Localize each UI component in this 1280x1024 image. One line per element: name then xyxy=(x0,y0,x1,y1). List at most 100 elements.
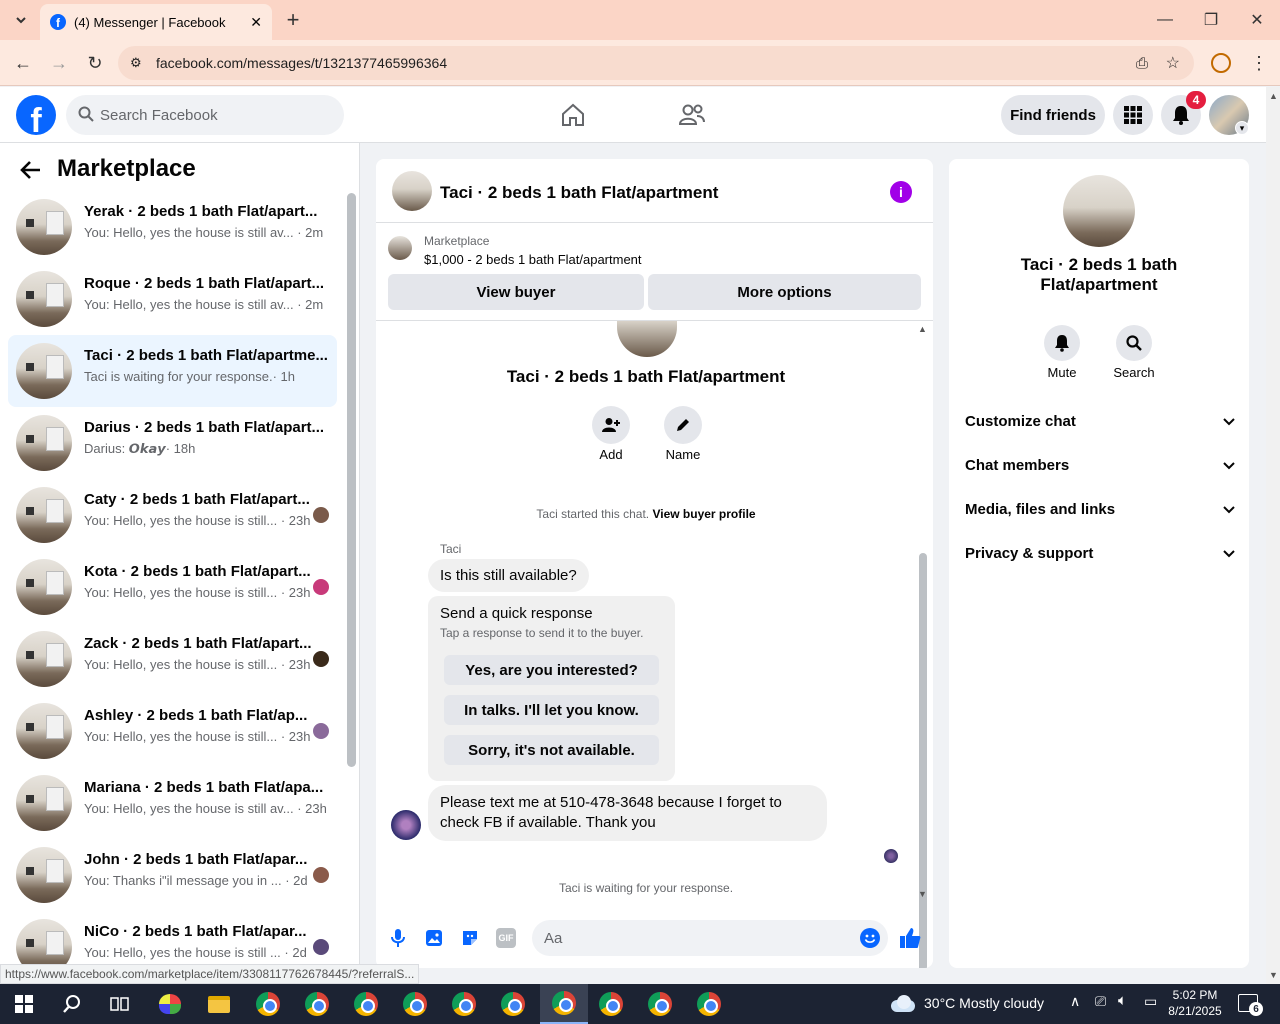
conversation-item[interactable]: Ashley · 2 beds 1 bath Flat/ap... You: H… xyxy=(8,695,337,767)
conversation-list-scrollbar[interactable] xyxy=(347,193,356,767)
pencil-icon[interactable] xyxy=(664,406,702,444)
conversation-title: John · 2 beds 1 bath Flat/apar... xyxy=(84,851,308,868)
chrome-icon[interactable] xyxy=(493,988,533,1020)
conversation-item[interactable]: John · 2 beds 1 bath Flat/apar... You: T… xyxy=(8,839,337,911)
bookmark-star-icon[interactable]: ☆ xyxy=(1166,53,1180,73)
find-friends-button[interactable]: Find friends xyxy=(1001,95,1105,135)
message-bubble[interactable]: Is this still available? xyxy=(428,559,589,592)
thumbs-up-icon[interactable] xyxy=(898,926,922,953)
conversation-item[interactable]: Mariana · 2 beds 1 bath Flat/apa... You:… xyxy=(8,767,337,839)
conversation-time: · 2m xyxy=(297,297,324,312)
message-input[interactable]: Aa xyxy=(532,920,888,956)
chrome-icon[interactable] xyxy=(248,988,288,1020)
conversation-item[interactable]: Caty · 2 beds 1 bath Flat/apart... You: … xyxy=(8,479,337,551)
conversation-snippet: You: Hello, yes the house is still av... xyxy=(84,297,294,312)
chrome-icon[interactable] xyxy=(346,988,386,1020)
tab-search-icon[interactable] xyxy=(6,5,36,35)
back-arrow-icon[interactable] xyxy=(20,159,42,184)
back-icon[interactable]: ← xyxy=(8,48,38,78)
conversation-time: · 23h xyxy=(280,657,311,672)
search-icon[interactable] xyxy=(52,988,92,1020)
close-tab-icon[interactable]: ✕ xyxy=(250,14,262,31)
facebook-logo-icon[interactable]: f xyxy=(16,95,56,135)
add-person-icon[interactable] xyxy=(592,406,630,444)
chrome-icon[interactable] xyxy=(591,988,631,1020)
clock[interactable]: 5:02 PM 8/21/2025 xyxy=(1164,987,1226,1019)
chat-panel: Taci · 2 beds 1 bath Flat/apartment i Ma… xyxy=(376,159,933,968)
sticker-icon[interactable] xyxy=(460,928,480,951)
customize-chat-section[interactable]: Customize chat xyxy=(965,401,1235,441)
chat-title[interactable]: Taci · 2 beds 1 bath Flat/apartment xyxy=(440,183,718,203)
gif-icon[interactable]: GIF xyxy=(496,928,516,948)
windows-start-icon[interactable] xyxy=(4,988,44,1020)
reload-icon[interactable]: ↻ xyxy=(80,48,110,78)
chrome-icon[interactable] xyxy=(297,988,337,1020)
forward-icon[interactable]: → xyxy=(44,48,74,78)
windows-taskbar: 30°C Mostly cloudy ∧ ⎚ 🔈︎ ▭ 5:02 PM 8/21… xyxy=(0,984,1280,1024)
listing-thumbnail xyxy=(16,271,72,327)
view-buyer-profile-link[interactable]: View buyer profile xyxy=(652,507,755,521)
chat-members-section[interactable]: Chat members xyxy=(965,445,1235,485)
listing-title[interactable]: $1,000 - 2 beds 1 bath Flat/apartment xyxy=(424,252,642,267)
sender-avatar[interactable] xyxy=(391,810,421,840)
facebook-search-input[interactable]: Search Facebook xyxy=(66,95,344,135)
volume-icon[interactable]: 🔈︎ xyxy=(1118,992,1127,1009)
quick-response-button[interactable]: Sorry, it's not available. xyxy=(444,735,659,765)
chrome-icon[interactable] xyxy=(640,988,680,1020)
search-placeholder: Search Facebook xyxy=(100,106,218,124)
menu-kebab-icon[interactable]: ⋮ xyxy=(1244,48,1274,78)
chat-scrollbar[interactable]: ▲ ▼ xyxy=(917,321,929,968)
minimize-icon[interactable]: — xyxy=(1150,5,1180,35)
media-files-links-section[interactable]: Media, files and links xyxy=(965,489,1235,529)
chrome-icon[interactable] xyxy=(444,988,484,1020)
search-icon[interactable] xyxy=(1116,325,1152,361)
home-icon[interactable] xyxy=(560,102,586,131)
message-bubble[interactable]: Please text me at 510-478-3648 because I… xyxy=(428,785,827,841)
quick-response-button[interactable]: Yes, are you interested? xyxy=(444,655,659,685)
page-scrollbar[interactable]: ▲ ▼ xyxy=(1266,87,1280,984)
friends-icon[interactable] xyxy=(678,102,706,131)
close-window-icon[interactable]: ✕ xyxy=(1242,5,1272,35)
photo-icon[interactable] xyxy=(424,928,444,951)
info-icon[interactable]: i xyxy=(890,181,912,203)
conversation-item[interactable]: Roque · 2 beds 1 bath Flat/apart... You:… xyxy=(8,263,337,335)
more-options-button[interactable]: More options xyxy=(648,274,921,310)
privacy-support-section[interactable]: Privacy & support xyxy=(965,533,1235,573)
task-view-icon[interactable] xyxy=(100,988,140,1020)
chrome-icon-active[interactable] xyxy=(540,984,588,1024)
chrome-icon[interactable] xyxy=(689,988,729,1020)
profile-icon[interactable] xyxy=(1206,48,1236,78)
chrome-icon[interactable] xyxy=(395,988,435,1020)
conversation-item[interactable]: Kota · 2 beds 1 bath Flat/apart... You: … xyxy=(8,551,337,623)
chevron-up-icon[interactable]: ∧ xyxy=(1070,993,1080,1010)
cloud-weather-icon[interactable] xyxy=(889,994,917,1014)
browser-tab[interactable]: f (4) Messenger | Facebook ✕ xyxy=(40,4,272,40)
microphone-icon[interactable] xyxy=(390,928,406,951)
menu-grid-icon[interactable] xyxy=(1113,95,1153,135)
site-info-icon[interactable]: ⚙ xyxy=(130,55,142,71)
view-buyer-button[interactable]: View buyer xyxy=(388,274,644,310)
device-icon[interactable]: ⎚ xyxy=(1095,993,1106,1010)
url-bar[interactable]: ⚙ facebook.com/messages/t/13213774659963… xyxy=(118,46,1194,80)
chevron-down-icon xyxy=(1223,545,1235,562)
bell-icon[interactable] xyxy=(1044,325,1080,361)
conversation-item[interactable]: Darius · 2 beds 1 bath Flat/apart... Dar… xyxy=(8,407,337,479)
search-icon xyxy=(78,106,94,126)
profile-photo xyxy=(617,321,677,357)
weather-text[interactable]: 30°C Mostly cloudy xyxy=(924,995,1044,1011)
new-tab-icon[interactable]: + xyxy=(278,5,308,35)
conversation-item-selected[interactable]: Taci · 2 beds 1 bath Flat/apartme... Tac… xyxy=(8,335,337,407)
clock-date: 8/21/2025 xyxy=(1168,1004,1222,1018)
network-icon[interactable]: ▭ xyxy=(1144,993,1157,1010)
restore-icon[interactable]: ❐ xyxy=(1196,5,1226,35)
conversation-item[interactable]: Zack · 2 beds 1 bath Flat/apart... You: … xyxy=(8,623,337,695)
file-explorer-icon[interactable] xyxy=(199,988,239,1020)
chat-avatar[interactable] xyxy=(392,171,432,211)
quick-response-button[interactable]: In talks. I'll let you know. xyxy=(444,695,659,725)
chevron-down-icon[interactable]: ▾ xyxy=(1235,121,1249,135)
paint-app-icon[interactable] xyxy=(150,988,190,1020)
conversation-item[interactable]: Yerak · 2 beds 1 bath Flat/apart... You:… xyxy=(8,191,337,263)
emoji-icon[interactable] xyxy=(860,928,880,948)
install-app-icon[interactable]: ⎙ xyxy=(1136,55,1148,72)
link-status-bar: https://www.facebook.com/marketplace/ite… xyxy=(0,964,420,984)
